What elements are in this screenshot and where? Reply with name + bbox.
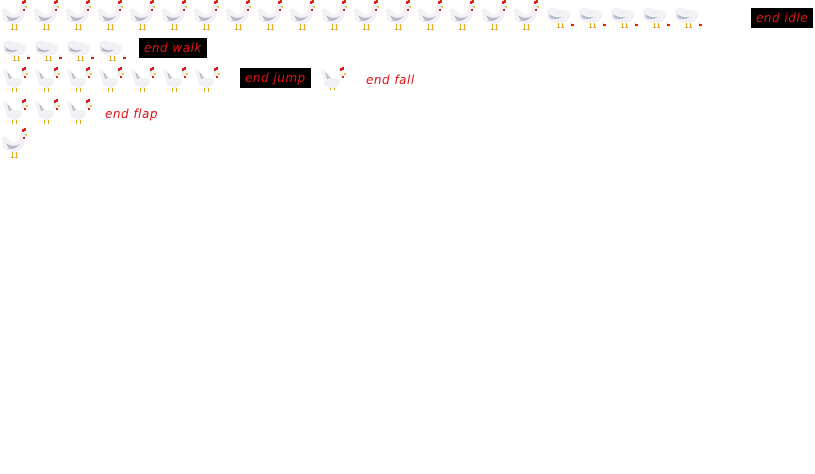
chicken-idle-frame [544,0,576,32]
chicken-idle-frame [160,0,192,32]
end-fall-label: end fall [366,73,415,87]
chicken-walk-frame [32,33,64,65]
chicken-idle-frame [448,0,480,32]
chicken-idle-frame [128,0,160,32]
chicken-idle-frame [32,0,64,32]
chicken-idle-frame [672,0,704,32]
chicken-jump-frame [0,64,32,96]
chicken-walk-frame [64,33,96,65]
chicken-idle-frame [384,0,416,32]
chicken-jump-frame [192,64,224,96]
end-jump-label: end jump [240,68,311,88]
chicken-idle-frame [256,0,288,32]
chicken-jump-frame [128,64,160,96]
chicken-idle-frame [192,0,224,32]
end-walk-label: end walk [139,38,207,58]
chicken-idle-frame [640,0,672,32]
chicken-walk-frame [96,33,128,65]
chicken-idle-frame [480,0,512,32]
chicken-extra-frame [0,128,32,160]
chicken-flap-frame [64,96,96,128]
chicken-fall-frame [318,64,350,96]
chicken-flap-frame [32,96,64,128]
chicken-jump-frame [160,64,192,96]
chicken-idle-frame [416,0,448,32]
chicken-jump-frame [32,64,64,96]
chicken-idle-frame [320,0,352,32]
sprite-sheet: end idle end walk end jump end fall end … [0,0,815,474]
chicken-idle-frame [352,0,384,32]
chicken-idle-frame [64,0,96,32]
chicken-flap-frame [0,96,32,128]
chicken-idle-frame [96,0,128,32]
chicken-idle-frame [224,0,256,32]
chicken-idle-frame [576,0,608,32]
chicken-idle-frame [512,0,544,32]
chicken-idle-frame [0,0,32,32]
chicken-idle-frame [288,0,320,32]
end-idle-label: end idle [751,8,814,28]
chicken-walk-frame [0,33,32,65]
chicken-idle-frame [608,0,640,32]
chicken-jump-frame [64,64,96,96]
end-flap-label: end flap [105,107,158,121]
chicken-jump-frame [96,64,128,96]
